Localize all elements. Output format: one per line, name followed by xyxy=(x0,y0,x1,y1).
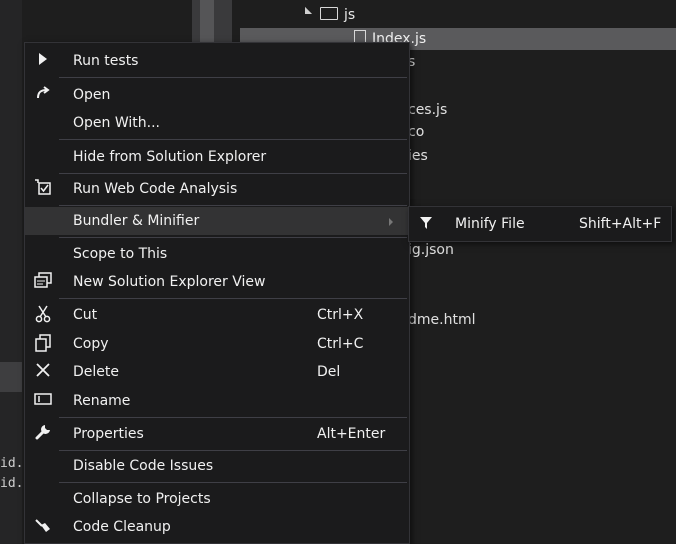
play-icon xyxy=(33,51,53,71)
menu-item-open[interactable]: Open xyxy=(25,81,409,109)
menu-item-label: Bundler & Minifier xyxy=(73,213,200,229)
menu-separator xyxy=(59,77,407,78)
menu-item-label: Open xyxy=(73,87,111,103)
new-explorer-view-icon xyxy=(33,272,53,292)
funnel-icon xyxy=(419,216,433,230)
menu-separator xyxy=(59,173,407,174)
folder-icon xyxy=(320,7,338,20)
rename-icon xyxy=(33,391,53,411)
code-analysis-icon xyxy=(33,179,53,199)
menu-item-shortcut: Ctrl+C xyxy=(317,336,364,352)
expand-arrow-icon[interactable] xyxy=(297,6,313,22)
menu-separator xyxy=(59,298,407,299)
menu-item-label: Scope to This xyxy=(73,246,168,262)
menu-item-label: Disable Code Issues xyxy=(73,458,214,474)
menu-item-shortcut: Shift+Alt+F xyxy=(579,216,662,232)
menu-item-new-solution-explorer-view[interactable]: New Solution Explorer View xyxy=(25,268,409,296)
menu-item-hide-from-solution-explorer[interactable]: Hide from Solution Explorer xyxy=(25,143,409,171)
menu-item-label: Rename xyxy=(73,393,131,409)
menu-separator xyxy=(59,237,407,238)
delete-x-icon xyxy=(33,362,53,382)
menu-item-shortcut: Del xyxy=(317,364,341,380)
menu-separator xyxy=(59,482,407,483)
tree-item-fragment[interactable]: ies xyxy=(408,148,428,164)
tree-item-fragment[interactable]: ces.js xyxy=(408,102,447,118)
menu-item-disable-code-issues[interactable]: Disable Code Issues xyxy=(25,452,409,480)
menu-separator xyxy=(59,450,407,451)
copy-icon xyxy=(33,334,53,354)
tree-item-fragment[interactable]: ig.json xyxy=(408,242,454,258)
menu-item-code-cleanup[interactable]: Code Cleanup xyxy=(25,513,409,541)
menu-item-scope-to-this[interactable]: Scope to This xyxy=(25,240,409,268)
tree-item-fragment[interactable]: dme.html xyxy=(408,312,475,328)
menu-item-run-web-code-analysis[interactable]: Run Web Code Analysis xyxy=(25,175,409,203)
menu-item-shortcut: Ctrl+X xyxy=(317,307,364,323)
menu-item-label: Run tests xyxy=(73,53,139,69)
broom-icon xyxy=(33,517,53,537)
menu-item-label: New Solution Explorer View xyxy=(73,274,266,290)
menu-item-label: Properties xyxy=(73,426,144,442)
menu-item-minify-file[interactable]: Minify File Shift+Alt+F xyxy=(409,207,671,241)
menu-item-label: Collapse to Projects xyxy=(73,491,211,507)
left-text-fragment: id. xyxy=(0,476,24,491)
menu-separator xyxy=(59,139,407,140)
menu-item-open-with[interactable]: Open With... xyxy=(25,109,409,137)
menu-separator xyxy=(59,205,407,206)
scissors-icon xyxy=(33,305,53,325)
menu-item-copy[interactable]: Copy Ctrl+C xyxy=(25,330,409,358)
submenu-arrow-icon xyxy=(389,218,393,226)
tree-item-fragment[interactable]: co xyxy=(408,124,424,140)
tree-item-label: js xyxy=(344,7,356,23)
left-text-fragment: id. xyxy=(0,456,24,471)
menu-item-properties[interactable]: Properties Alt+Enter xyxy=(25,420,409,448)
menu-item-rename[interactable]: Rename xyxy=(25,387,409,415)
left-panel-selection xyxy=(0,362,22,392)
menu-separator xyxy=(59,417,407,418)
menu-item-label: Run Web Code Analysis xyxy=(73,181,238,197)
bundler-minifier-submenu: Minify File Shift+Alt+F xyxy=(408,206,672,242)
menu-item-label: Cut xyxy=(73,307,98,323)
menu-item-cut[interactable]: Cut Ctrl+X xyxy=(25,301,409,329)
menu-item-bundler-minifier[interactable]: Bundler & Minifier xyxy=(25,207,409,235)
menu-item-label: Copy xyxy=(73,336,109,352)
menu-item-label: Code Cleanup xyxy=(73,519,171,535)
context-menu: Run tests Open Open With... Hide from So… xyxy=(24,42,410,544)
menu-item-label: Minify File xyxy=(455,216,525,232)
menu-item-collapse-to-projects[interactable]: Collapse to Projects xyxy=(25,485,409,513)
menu-item-label: Hide from Solution Explorer xyxy=(73,149,267,165)
menu-item-label: Open With... xyxy=(73,115,160,131)
tree-item-js-folder[interactable]: js xyxy=(240,4,355,26)
menu-item-shortcut: Alt+Enter xyxy=(317,426,386,442)
open-arrow-icon xyxy=(33,85,53,105)
menu-item-run-tests[interactable]: Run tests xyxy=(25,47,409,75)
menu-item-label: Delete xyxy=(73,364,119,380)
menu-item-delete[interactable]: Delete Del xyxy=(25,358,409,386)
scrollbar-thumb[interactable] xyxy=(200,0,214,44)
wrench-icon xyxy=(33,424,53,444)
